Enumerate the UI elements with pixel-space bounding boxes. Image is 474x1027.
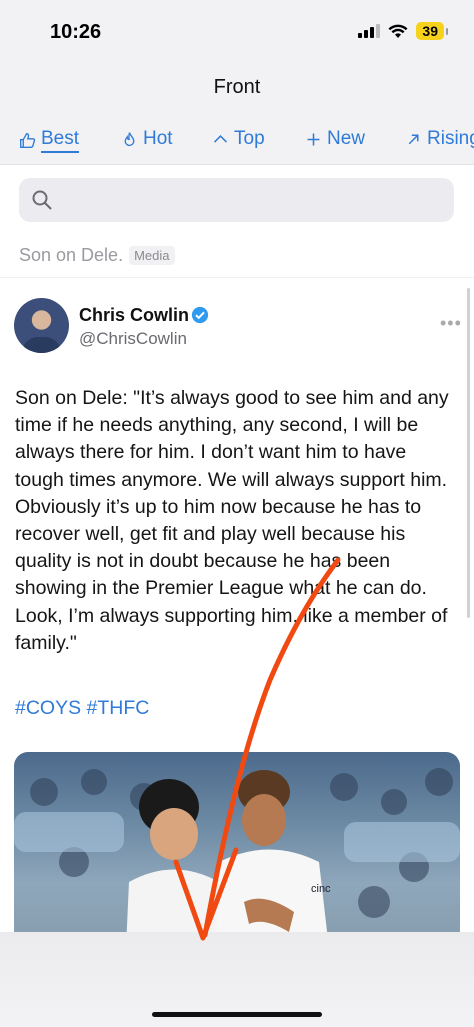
flame-icon [124,131,135,146]
post-title[interactable]: Son on Dele. Media [19,245,175,266]
status-time: 10:26 [50,21,102,43]
cellular-signal-icon [358,24,381,38]
tab-hot-label: Hot [143,128,173,149]
arrow-up-right-icon [408,133,419,144]
scrollbar[interactable] [467,288,470,618]
home-indicator[interactable] [152,1012,322,1017]
tab-best[interactable]: Best [19,128,80,153]
tab-best-label: Best [41,128,80,153]
post-title-text: Son on Dele. [19,245,124,265]
battery-indicator: 39 [416,22,448,40]
post-flair-badge: Media [129,246,175,265]
plus-icon [307,133,320,145]
tab-new-label: New [327,128,366,149]
thumbs-up-icon [20,133,36,148]
svg-text:cinc: cinc [311,883,331,895]
tab-new[interactable]: New [305,128,365,150]
nav-bar: Front [0,64,474,114]
search-input[interactable] [19,178,454,222]
author-handle[interactable]: @ChrisCowlin [79,329,187,349]
tab-top-label: Top [234,128,265,149]
tab-rising-label: Rising [427,128,474,149]
page-title: Front [213,76,261,98]
tab-rising[interactable]: Rising [405,128,474,150]
chevron-up-icon [214,134,227,143]
status-bar: 10:26 39 [0,0,474,64]
author-name[interactable]: Chris Cowlin [79,305,189,326]
more-options-icon[interactable]: ••• [440,313,462,334]
status-icons: 39 [358,22,448,40]
hashtags-link[interactable]: #COYS #THFC [15,697,149,720]
tab-hot[interactable]: Hot [121,128,173,150]
tab-top[interactable]: Top [212,128,265,150]
search-icon [32,190,52,210]
wifi-icon [388,24,408,38]
verified-badge-icon [191,306,209,324]
avatar[interactable] [14,298,69,353]
tweet-text: Son on Dele: "It’s always good to see hi… [15,387,449,654]
divider [0,277,474,278]
sort-tabs: Best Hot Top New Rising [0,114,474,165]
